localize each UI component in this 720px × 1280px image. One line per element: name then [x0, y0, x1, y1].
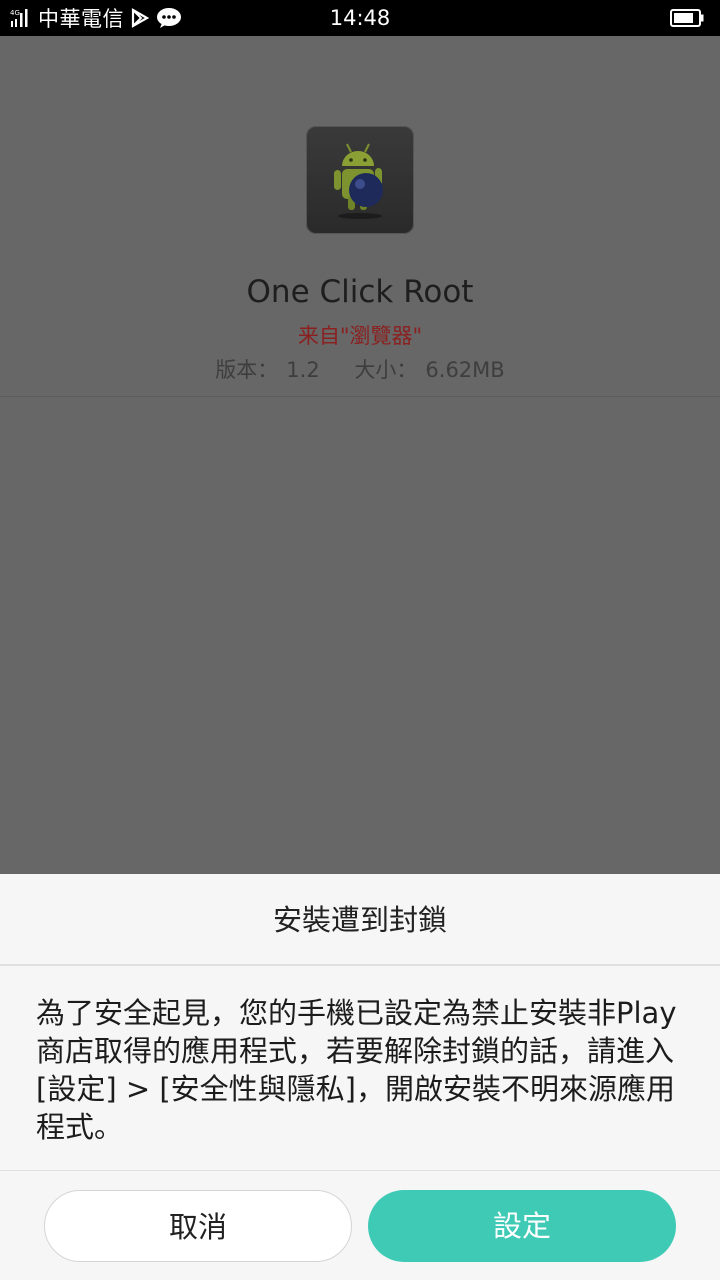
app-meta: 版本： 1.2 大小： 6.62MB	[0, 354, 720, 384]
version-value: 1.2	[286, 358, 320, 382]
battery-icon	[670, 9, 704, 27]
divider	[0, 396, 720, 397]
size-label: 大小：	[354, 358, 418, 382]
size-value: 6.62MB	[425, 358, 505, 382]
screen: 4G 中華電信 14:48 One Click Root 来自"瀏覽器" 版本：…	[0, 0, 720, 1280]
version-label: 版本：	[215, 358, 279, 382]
divider	[0, 1170, 720, 1171]
install-blocked-dialog: 安裝遭到封鎖 為了安全起見，您的手機已設定為禁止安裝非Play商店取得的應用程式…	[0, 874, 720, 1280]
android-figure-icon	[334, 143, 383, 219]
settings-button[interactable]: 設定	[368, 1190, 676, 1262]
dialog-message: 為了安全起見，您的手機已設定為禁止安裝非Play商店取得的應用程式，若要解除封鎖…	[36, 996, 677, 1144]
dialog-title: 安裝遭到封鎖	[272, 903, 447, 937]
app-name: One Click Root	[246, 274, 474, 310]
status-bar: 4G 中華電信 14:48	[0, 0, 720, 36]
android-root-app-icon	[306, 126, 414, 234]
installer-background: One Click Root 来自"瀏覽器" 版本： 1.2 大小： 6.62MB	[0, 36, 720, 874]
divider	[0, 964, 720, 966]
cancel-button[interactable]: 取消	[44, 1190, 352, 1262]
status-bar-clock: 14:48	[329, 6, 391, 30]
app-source: 来自"瀏覽器"	[297, 324, 423, 348]
